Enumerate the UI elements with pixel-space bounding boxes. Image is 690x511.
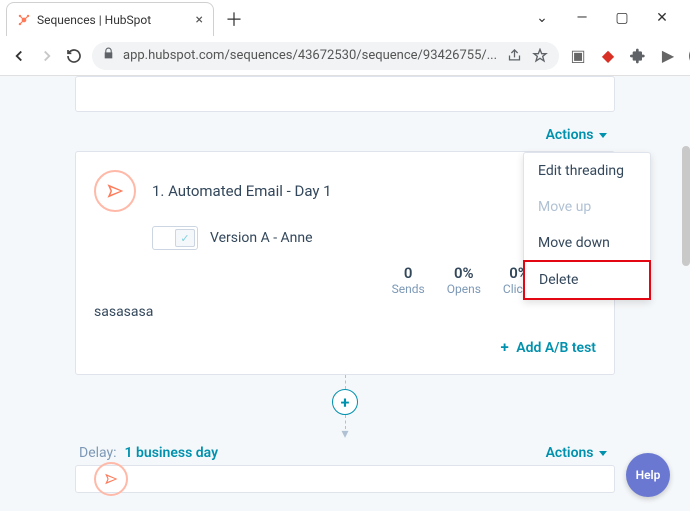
hubspot-favicon-icon <box>17 13 31 27</box>
extension-icons: ▣ ◆ ▶ A ⋮ <box>569 45 690 67</box>
media-icon[interactable]: ▶ <box>659 47 677 65</box>
back-button[interactable] <box>10 45 28 67</box>
page-content: Actions Edit threading Move up Move down… <box>0 76 690 511</box>
check-icon: ✓ <box>175 229 195 247</box>
stat-opens: 0% Opens <box>447 264 481 296</box>
browser-toolbar: app.hubspot.com/sequences/43672530/seque… <box>0 36 690 76</box>
browser-title-bar: Sequences | HubSpot × ＋ ⌄ — ▢ ✕ <box>0 0 690 36</box>
url-text: app.hubspot.com/sequences/43672530/seque… <box>123 48 497 63</box>
tab-title: Sequences | HubSpot <box>37 13 190 27</box>
paper-plane-icon <box>94 170 136 212</box>
actions-label: Actions <box>546 127 594 143</box>
paper-plane-icon <box>94 462 128 496</box>
window-controls: ⌄ — ▢ ✕ <box>514 10 690 36</box>
arrow-down-icon: ▾ <box>341 427 348 441</box>
version-label: Version A - Anne <box>210 230 313 246</box>
prev-step-card-bottom <box>75 76 615 112</box>
tab-close-icon[interactable]: × <box>196 13 203 27</box>
help-button[interactable]: Help <box>626 453 670 497</box>
reload-button[interactable] <box>66 45 82 67</box>
address-bar[interactable]: app.hubspot.com/sequences/43672530/seque… <box>92 42 559 70</box>
next-step-card-top <box>75 465 615 493</box>
caret-down-icon <box>599 451 607 456</box>
chevron-down-icon[interactable]: ⌄ <box>534 10 550 26</box>
actions-dropdown-menu: Edit threading Move up Move down Delete <box>523 152 651 300</box>
lock-icon <box>102 47 115 64</box>
menu-item-move-down[interactable]: Move down <box>524 225 650 261</box>
share-icon[interactable] <box>505 47 523 65</box>
plus-icon: + <box>501 338 509 356</box>
extensions-icon[interactable] <box>629 47 647 65</box>
scrollbar-thumb[interactable] <box>682 146 690 266</box>
stats-row: 0 Sends 0% Opens 0% Clicks 0% Replies <box>94 264 596 296</box>
browser-tab[interactable]: Sequences | HubSpot × <box>6 2 214 36</box>
star-icon[interactable] <box>531 47 549 65</box>
email-preview-text: sasasasa <box>94 304 596 320</box>
menu-item-delete[interactable]: Delete <box>523 260 651 300</box>
forward-button[interactable] <box>38 45 56 67</box>
version-toggle[interactable]: ✓ <box>152 226 198 250</box>
delay-label: Delay: <box>79 445 117 461</box>
delay-row: Delay: 1 business day Actions <box>75 441 615 465</box>
delay-value[interactable]: 1 business day <box>125 445 218 461</box>
step-title: 1. Automated Email - Day 1 <box>152 182 332 200</box>
close-window-icon[interactable]: ✕ <box>654 10 670 26</box>
sequence-step-card: Edit threading Move up Move down Delete … <box>75 151 615 375</box>
menu-item-move-up: Move up <box>524 189 650 225</box>
actions-dropdown-trigger-2[interactable]: Actions <box>546 445 607 461</box>
menu-item-edit-threading[interactable]: Edit threading <box>524 153 650 189</box>
actions-dropdown-trigger[interactable]: Actions <box>546 127 607 143</box>
caret-down-icon <box>599 133 607 138</box>
step-connector: + ▾ <box>75 375 615 441</box>
maximize-icon[interactable]: ▢ <box>614 10 630 26</box>
add-step-button[interactable]: + <box>332 389 358 415</box>
add-ab-test-button[interactable]: + Add A/B test <box>94 338 596 356</box>
new-tab-button[interactable]: ＋ <box>220 5 248 33</box>
minimize-icon[interactable]: — <box>574 10 590 26</box>
stat-sends: 0 Sends <box>392 264 425 296</box>
ext-box-icon[interactable]: ▣ <box>569 47 587 65</box>
ext-pin-icon[interactable]: ◆ <box>599 47 617 65</box>
